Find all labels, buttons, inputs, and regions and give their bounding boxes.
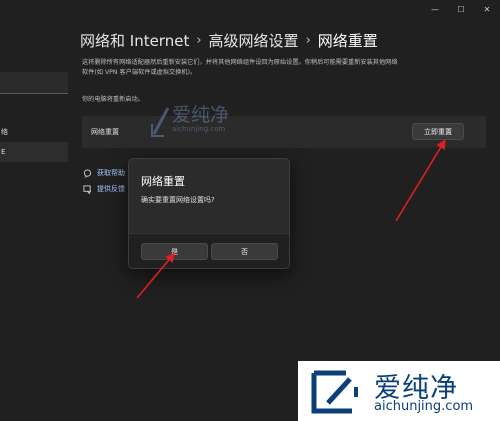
- watermark-text: 爱纯净: [172, 104, 230, 126]
- help-icon: [82, 168, 92, 178]
- minimize-button[interactable]: —: [422, 0, 448, 18]
- close-button[interactable]: ✕: [474, 0, 500, 18]
- breadcrumb-advanced-network[interactable]: 高级网络设置: [209, 30, 299, 51]
- get-help-label: 获取帮助: [97, 169, 125, 177]
- search-input[interactable]: [0, 72, 68, 94]
- sidebar-item-label: E: [1, 148, 6, 156]
- network-reset-card: 网络重置 立即重置: [82, 116, 486, 148]
- maximize-button[interactable]: ☐: [448, 0, 474, 18]
- restart-note: 你的电脑将重新启动。: [82, 96, 144, 103]
- sidebar: 络 E: [0, 0, 68, 421]
- watermark-corner: 爱纯净 aichunjing.com: [298, 361, 500, 421]
- window-controls: — ☐ ✕: [422, 0, 500, 18]
- watermark-logo-icon: [151, 107, 170, 137]
- give-feedback-link[interactable]: 提供反馈: [82, 184, 125, 194]
- watermark-logo-icon: [311, 370, 358, 414]
- breadcrumb-network-internet[interactable]: 网络和 Internet: [80, 30, 189, 51]
- yes-button[interactable]: 是: [141, 243, 208, 260]
- description-line: 软件(如 VPN 客户端软件或虚拟交换机)。: [82, 69, 197, 76]
- sidebar-item-label: 络: [1, 128, 8, 136]
- reset-now-button[interactable]: 立即重置: [412, 123, 464, 140]
- breadcrumb: 网络和 Internet › 高级网络设置 › 网络重置: [80, 30, 378, 51]
- breadcrumb-separator: ›: [305, 33, 311, 48]
- reset-confirm-dialog: 网络重置 确实要重置网络设置吗? 是 否: [128, 158, 290, 269]
- sidebar-item-selected[interactable]: E: [0, 142, 68, 162]
- watermark-center: 爱纯净 aichunjing.com: [150, 100, 260, 150]
- get-help-link[interactable]: 获取帮助: [82, 168, 125, 178]
- sidebar-item-network[interactable]: 络: [0, 122, 68, 142]
- dialog-message: 确实要重置网络设置吗?: [141, 196, 215, 204]
- no-button[interactable]: 否: [211, 243, 278, 260]
- page-title: 网络重置: [317, 32, 378, 50]
- dialog-title: 网络重置: [141, 175, 185, 188]
- watermark-url: aichunjing.com: [374, 399, 474, 414]
- breadcrumb-separator: ›: [196, 33, 202, 48]
- feedback-icon: [82, 184, 92, 194]
- description-line: 这将删除所有网络适配器然后重新安装它们，并将其他网络组件设回为原始设置。你稍后可…: [82, 59, 398, 66]
- reset-description: 这将删除所有网络适配器然后重新安装它们，并将其他网络组件设回为原始设置。你稍后可…: [82, 58, 492, 78]
- network-reset-label: 网络重置: [91, 128, 119, 136]
- give-feedback-label: 提供反馈: [97, 185, 125, 193]
- watermark-url: aichunjing.com: [172, 125, 226, 133]
- arrow-to-reset-now: [395, 139, 446, 222]
- dialog-footer: 是 否: [129, 233, 289, 268]
